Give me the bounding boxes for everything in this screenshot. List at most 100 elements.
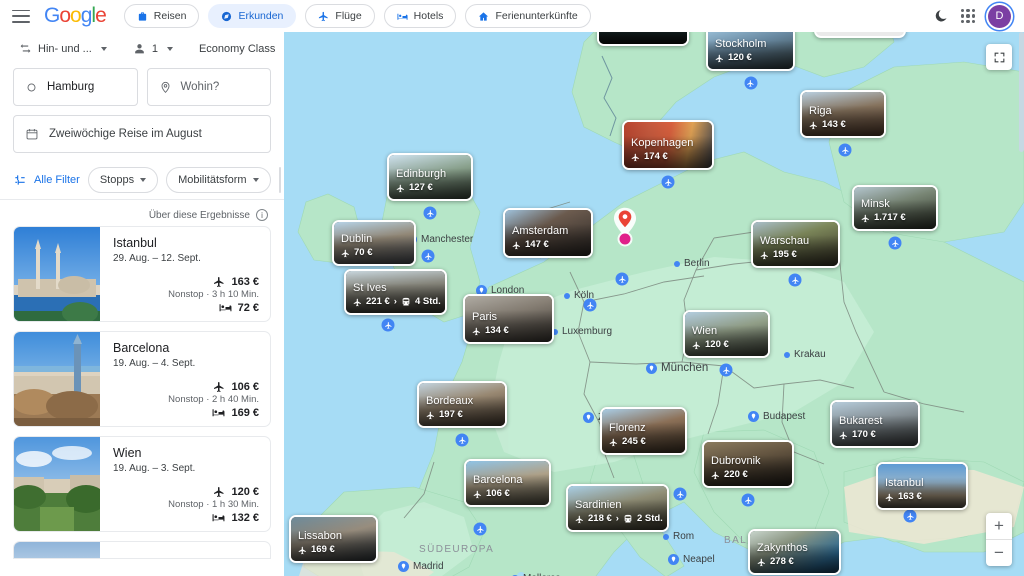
transit-pin[interactable] [744,76,757,90]
card-city: Dublin [341,233,373,245]
origin-input[interactable]: Hamburg [13,68,138,106]
transit-pin[interactable] [661,175,675,189]
result-card-barcelona[interactable]: Barcelona 19. Aug. – 4. Sept. 106 € Nons… [13,331,271,427]
destination-card-istanbul[interactable]: Istanbul 163 € [876,462,968,510]
transit-pin[interactable] [673,487,687,501]
flight-icon [757,558,765,566]
nav-chip-ferienunterkunfte[interactable]: Ferienunterkünfte [465,4,591,28]
filter-chip-mobilitatsform[interactable]: Mobilitätsform [166,166,271,193]
destination-card-st-ives[interactable]: St Ives 221 € › 4 Std. [344,269,447,315]
card-price: 170 € [852,429,876,440]
transit-pin[interactable] [903,509,917,523]
transit-pin[interactable] [455,433,469,447]
destination-card-kopenhagen[interactable]: Kopenhagen 174 € [622,120,714,170]
result-card-wien[interactable]: Wien 19. Aug. – 3. Sept. 120 € Nonstop ·… [13,436,271,532]
nav-chip-fluge[interactable]: Flüge [305,4,375,28]
card-price: 120 € [728,52,752,63]
cabin-class-selector[interactable]: Economy Class [193,40,284,58]
zoom-out-button[interactable]: − [986,540,1012,566]
result-card-istanbul[interactable]: Istanbul 29. Aug. – 12. Sept. 163 € Nons… [13,226,271,322]
card-text: Florenz 245 € [609,422,646,448]
card-city: Wien [692,325,718,337]
transit-pin[interactable] [741,493,755,507]
card-price: 220 € [724,469,748,480]
avatar[interactable]: D [988,4,1011,28]
card-text: Warschau 195 € [760,235,809,261]
filter-chip-stopps[interactable]: Stopps [87,166,159,193]
nav-chip-hotels[interactable]: Hotels [383,4,457,28]
moon-icon[interactable] [933,9,948,24]
filter-chip-partial[interactable] [278,166,281,193]
apps-grid-icon[interactable] [961,9,975,23]
dates-input[interactable]: Zweiwöchige Reise im August [13,115,271,153]
card-price: 70 € [354,247,373,258]
nav-chip-reisen[interactable]: Reisen [123,4,200,28]
passenger-selector[interactable]: 1 [127,39,179,58]
transit-pin[interactable] [423,206,437,220]
card-price: 197 € [439,409,463,420]
all-filters-button[interactable]: Alle Filter [13,173,80,187]
destination-card-sardinien[interactable]: Sardinien 218 € › 2 Std. [566,484,669,532]
transit-pin[interactable] [381,318,395,332]
card-price-row: 127 € [396,182,446,194]
nav-chip-erkunden[interactable]: Erkunden [208,4,297,28]
train-icon [402,297,410,306]
destination-card-dublin[interactable]: Dublin 70 € [332,220,416,266]
transit-pin[interactable] [421,249,435,263]
destination-card-zakynthos[interactable]: Zakynthos 278 € [748,529,841,575]
fullscreen-button[interactable] [986,44,1012,70]
map-canvas[interactable]: Manchester London Köln Luxemburg Berlin … [284,32,1024,576]
destination-input[interactable]: Wohin? [146,68,271,106]
zoom-in-button[interactable]: + [986,513,1012,539]
result-card-partial[interactable] [13,541,271,559]
trip-type-selector[interactable]: Hin- und ... [13,39,113,58]
destination-card-paris[interactable]: Paris 134 € [463,294,554,344]
destination-card-dubrovnik[interactable]: Dubrovnik 220 € [702,440,794,488]
card-price-row: 174 € [631,151,693,163]
destination-card-bukarest[interactable]: Bukarest 170 € [830,400,920,448]
card-tail [389,313,403,315]
card-text: St Ives 221 € › 4 Std. [353,282,441,308]
destination-card-minsk[interactable]: Minsk 1.717 € [852,185,938,231]
card-tail [636,44,650,46]
destination-card-edinburgh[interactable]: Edinburgh 127 € [387,153,473,201]
map-scrollbar[interactable] [1019,32,1024,152]
card-city: Riga [809,105,832,117]
origin-value: Hamburg [47,81,95,93]
transit-pin[interactable] [473,522,487,536]
destination-card-partial-top[interactable] [597,32,689,46]
transit-pin[interactable] [788,273,802,287]
transit-pin[interactable] [583,298,597,312]
destination-card-stockholm[interactable]: Stockholm 120 € [706,32,795,71]
google-logo[interactable]: Google [44,4,107,28]
passenger-count: 1 [151,42,158,55]
destination-card-riga[interactable]: Riga 143 € [800,90,886,138]
transit-pin[interactable] [615,272,629,286]
destination-card-amsterdam[interactable]: Amsterdam 147 € [503,208,593,258]
destination-card-florenz[interactable]: Florenz 245 € [600,407,687,455]
flight-icon [711,471,719,479]
transit-pin[interactable] [888,236,902,250]
result-details: Nonstop · 3 h 10 Min. [168,289,259,300]
hamburger-menu-icon[interactable] [12,9,30,23]
info-icon[interactable]: i [256,209,268,221]
destination-card-warschau[interactable]: Warschau 195 € [751,220,840,268]
destination-card-barcelona[interactable]: Barcelona 106 € [464,459,551,507]
card-city: Paris [472,311,498,323]
card-text: Bukarest 170 € [839,415,882,441]
card-tail [853,36,867,38]
origin-pin[interactable] [613,207,637,237]
card-tail [915,508,929,510]
result-body: Barcelona 19. Aug. – 4. Sept. 106 € Nons… [100,332,270,426]
card-tail [501,505,515,507]
destination-card-wien[interactable]: Wien 120 € [683,310,770,358]
origin-secondary-marker[interactable] [619,233,631,245]
transit-pin[interactable] [719,363,733,377]
transit-pin[interactable] [838,143,852,157]
flight-icon [396,184,404,192]
destination-card-partial-top-right[interactable] [814,32,906,38]
destination-card-bordeaux[interactable]: Bordeaux 197 € [417,381,507,428]
flight-icon [512,241,520,249]
card-price-row: 120 € [692,339,729,351]
destination-card-lissabon[interactable]: Lissabon 169 € [289,515,378,563]
